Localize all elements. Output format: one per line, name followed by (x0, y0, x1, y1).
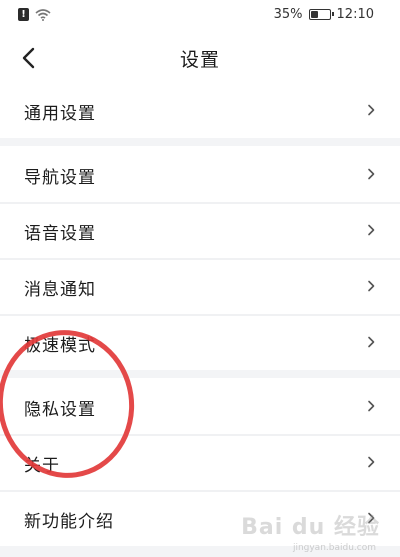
settings-group-main: 导航设置 语音设置 消息通知 极速模式 (0, 146, 400, 370)
battery-icon (308, 9, 334, 20)
settings-row-navigation[interactable]: 导航设置 (0, 146, 400, 202)
row-label: 隐私设置 (24, 400, 96, 420)
group-gap (0, 370, 400, 378)
chevron-right-icon (368, 168, 375, 180)
status-bar: ! 35% 12:10 (0, 0, 400, 34)
row-label: 导航设置 (24, 168, 96, 188)
row-label: 新功能介绍 (24, 512, 114, 532)
status-left: ! (18, 8, 51, 21)
status-right: 35% 12:10 (274, 7, 374, 22)
chevron-right-icon (368, 280, 375, 292)
row-label: 关于 (24, 456, 60, 476)
settings-row-new-features[interactable]: 新功能介绍 (0, 490, 400, 546)
settings-row-notifications[interactable]: 消息通知 (0, 258, 400, 314)
wifi-icon (35, 8, 51, 21)
settings-group-general: 通用设置 (0, 82, 400, 138)
settings-row-general[interactable]: 通用设置 (0, 82, 400, 138)
chevron-right-icon (368, 512, 375, 524)
settings-row-privacy[interactable]: 隐私设置 (0, 378, 400, 434)
group-gap (0, 138, 400, 146)
row-label: 语音设置 (24, 224, 96, 244)
battery-percent: 35% (273, 7, 303, 22)
chevron-right-icon (368, 336, 375, 348)
row-label: 消息通知 (24, 280, 96, 300)
clock: 12:10 (336, 7, 374, 22)
chevron-right-icon (368, 400, 375, 412)
settings-row-speed-mode[interactable]: 极速模式 (0, 314, 400, 370)
row-label: 通用设置 (24, 104, 96, 124)
notification-alert-icon: ! (18, 8, 29, 21)
chevron-right-icon (368, 456, 375, 468)
settings-row-about[interactable]: 关于 (0, 434, 400, 490)
battery-level-fill (310, 11, 318, 18)
row-label: 极速模式 (24, 336, 96, 356)
page-title: 设置 (179, 49, 220, 71)
chevron-right-icon (368, 104, 375, 116)
chevron-right-icon (368, 224, 375, 236)
settings-list: 通用设置 导航设置 语音设置 消息通知 极速模式 隐私设置 关于 新功能介绍 (0, 82, 400, 546)
settings-row-voice[interactable]: 语音设置 (0, 202, 400, 258)
header-bar: 设置 (0, 34, 400, 82)
settings-group-other: 隐私设置 关于 新功能介绍 (0, 378, 400, 546)
